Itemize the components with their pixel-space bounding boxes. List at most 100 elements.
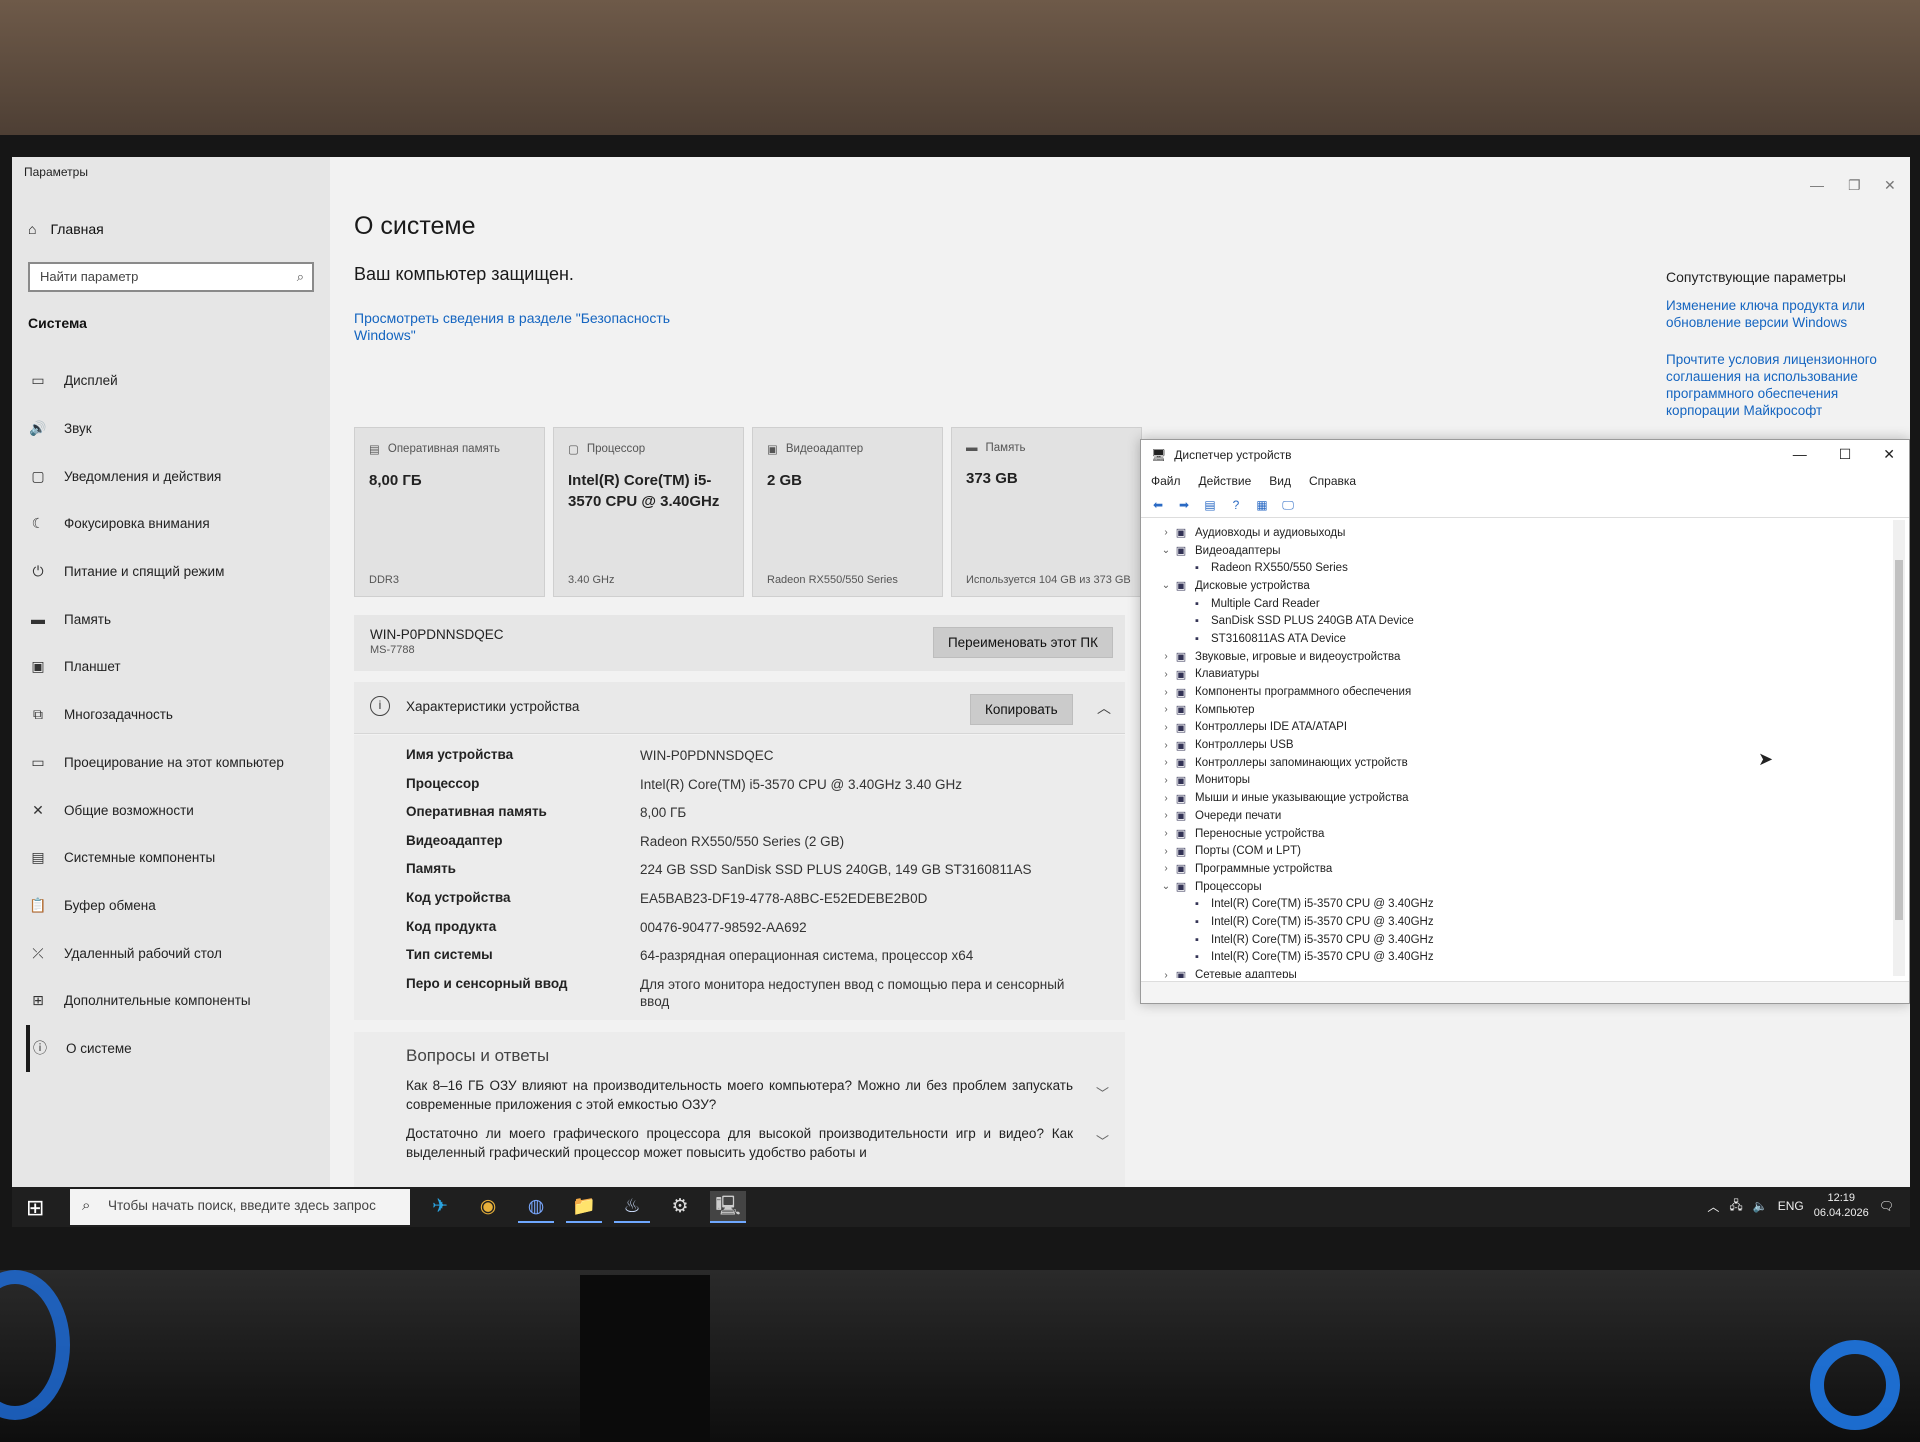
tree-node[interactable]: ▪ Multiple Card Reader xyxy=(1141,595,1891,613)
properties-icon[interactable]: ▤ xyxy=(1201,497,1219,513)
scrollbar-thumb[interactable] xyxy=(1895,560,1903,920)
faq-question[interactable]: Достаточно ли моего графического процесс… xyxy=(406,1124,1109,1162)
menu-item[interactable]: Файл xyxy=(1151,474,1181,488)
sidebar-item[interactable]: 🔊 Звук xyxy=(26,405,326,453)
view-icon[interactable]: ▦ xyxy=(1253,497,1271,513)
expand-right-icon[interactable]: › xyxy=(1159,651,1173,662)
related-link[interactable]: Изменение ключа продукта или обновление … xyxy=(1666,297,1896,331)
expand-right-icon[interactable]: › xyxy=(1159,704,1173,715)
chrome-icon[interactable]: ◉ xyxy=(470,1191,506,1223)
faq-question[interactable]: Как 8–16 ГБ ОЗУ влияют на производительн… xyxy=(406,1076,1109,1114)
sidebar-item[interactable]: ✕ Общие возможности xyxy=(26,786,326,834)
settings-search-input[interactable]: Найти параметр ⌕ xyxy=(28,262,314,292)
security-link[interactable]: Просмотреть сведения в разделе "Безопасн… xyxy=(354,310,684,344)
sidebar-item[interactable]: ☾ Фокусировка внимания xyxy=(26,500,326,548)
scan-hardware-icon[interactable]: 🖵 xyxy=(1279,497,1297,513)
minimize-button[interactable]: — xyxy=(1810,177,1824,193)
tree-node[interactable]: ⌄ ▣ Видеоадаптеры xyxy=(1141,542,1891,560)
home-link[interactable]: ⌂ Главная xyxy=(28,221,104,237)
sidebar-item[interactable]: ▭ Дисплей xyxy=(26,357,326,405)
sidebar-item[interactable]: ⊞ Дополнительные компоненты xyxy=(26,977,326,1025)
copy-button[interactable]: Копировать xyxy=(970,694,1073,725)
tree-node[interactable]: › ▣ Очереди печати xyxy=(1141,807,1891,825)
tree-node[interactable]: › ▣ Контроллеры USB xyxy=(1141,736,1891,754)
tree-node[interactable]: › ▣ Звуковые, игровые и видеоустройства xyxy=(1141,648,1891,666)
taskbar-search[interactable]: ⌕ Чтобы начать поиск, введите здесь запр… xyxy=(70,1189,410,1225)
tree-node[interactable]: › ▣ Аудиовходы и аудиовыходы xyxy=(1141,524,1891,542)
expand-right-icon[interactable]: › xyxy=(1159,757,1173,768)
rename-pc-button[interactable]: Переименовать этот ПК xyxy=(932,627,1113,658)
tree-node[interactable]: › ▣ Порты (COM и LPT) xyxy=(1141,842,1891,860)
expand-down-icon[interactable]: ⌄ xyxy=(1159,580,1173,591)
expand-right-icon[interactable]: › xyxy=(1159,669,1173,680)
chevron-down-icon[interactable]: ﹀ xyxy=(1096,1132,1109,1151)
sidebar-item[interactable]: ▭ Проецирование на этот компьютер xyxy=(26,739,326,787)
tree-node[interactable]: ⌄ ▣ Дисковые устройства xyxy=(1141,577,1891,595)
start-button[interactable]: ⊞ xyxy=(26,1195,44,1221)
sidebar-item[interactable]: ▤ Системные компоненты xyxy=(26,834,326,882)
dm-close-button[interactable]: ✕ xyxy=(1883,446,1895,463)
tree-node[interactable]: › ▣ Переносные устройства xyxy=(1141,825,1891,843)
expand-right-icon[interactable]: › xyxy=(1159,687,1173,698)
sidebar-item[interactable]: ⧉ Многозадачность xyxy=(26,691,326,739)
expand-right-icon[interactable]: › xyxy=(1159,740,1173,751)
sidebar-item[interactable]: ▢ Уведомления и действия xyxy=(26,452,326,500)
dm-minimize-button[interactable]: — xyxy=(1793,446,1807,463)
sidebar-item[interactable]: ▣ Планшет xyxy=(26,643,326,691)
telegram-icon[interactable]: ✈ xyxy=(422,1191,458,1223)
tree-node[interactable]: ▪ Intel(R) Core(TM) i5-3570 CPU @ 3.40GHz xyxy=(1141,895,1891,913)
tree-node[interactable]: › ▣ Контроллеры запоминающих устройств xyxy=(1141,754,1891,772)
tree-node[interactable]: ▪ Intel(R) Core(TM) i5-3570 CPU @ 3.40GHz xyxy=(1141,913,1891,931)
tree-node[interactable]: ⌄ ▣ Процессоры xyxy=(1141,878,1891,896)
expand-down-icon[interactable]: ⌄ xyxy=(1159,545,1173,556)
tree-node[interactable]: ▪ Intel(R) Core(TM) i5-3570 CPU @ 3.40GHz xyxy=(1141,949,1891,967)
expand-right-icon[interactable]: › xyxy=(1159,775,1173,786)
tree-node[interactable]: › ▣ Сетевые адаптеры xyxy=(1141,966,1891,978)
device-manager-titlebar[interactable]: 🖥 Диспетчер устройств — ☐ ✕ xyxy=(1141,440,1909,470)
specs-header[interactable]: i Характеристики устройства Копировать ︿ xyxy=(354,682,1125,734)
expand-down-icon[interactable]: ⌄ xyxy=(1159,881,1173,892)
device-tree-scrollbar[interactable] xyxy=(1893,520,1905,976)
tree-node[interactable]: ▪ Intel(R) Core(TM) i5-3570 CPU @ 3.40GHz xyxy=(1141,931,1891,949)
back-arrow-icon[interactable]: ⬅ xyxy=(1149,497,1167,513)
tree-node[interactable]: › ▣ Клавиатуры xyxy=(1141,666,1891,684)
forward-arrow-icon[interactable]: ➡ xyxy=(1175,497,1193,513)
browser-icon[interactable]: ◍ xyxy=(518,1191,554,1223)
chevron-up-icon[interactable]: ︿ xyxy=(1707,1198,1719,1215)
tree-node[interactable]: ▪ SanDisk SSD PLUS 240GB ATA Device xyxy=(1141,612,1891,630)
sidebar-item[interactable]: ▬ Память xyxy=(26,595,326,643)
tree-node[interactable]: › ▣ Контроллеры IDE ATA/ATAPI xyxy=(1141,719,1891,737)
chevron-down-icon[interactable]: ﹀ xyxy=(1096,1084,1109,1103)
tree-node[interactable]: › ▣ Компьютер xyxy=(1141,701,1891,719)
expand-right-icon[interactable]: › xyxy=(1159,828,1173,839)
language-indicator[interactable]: ENG xyxy=(1778,1199,1804,1213)
tree-node[interactable]: › ▣ Компоненты программного обеспечения xyxy=(1141,683,1891,701)
tree-node[interactable]: ▪ ST3160811AS ATA Device xyxy=(1141,630,1891,648)
expand-right-icon[interactable]: › xyxy=(1159,793,1173,804)
sidebar-item[interactable]: ⤫ Удаленный рабочий стол xyxy=(26,929,326,977)
file-explorer-icon[interactable]: 📁 xyxy=(566,1191,602,1223)
tree-node[interactable]: › ▣ Мониторы xyxy=(1141,772,1891,790)
tree-node[interactable]: › ▣ Программные устройства xyxy=(1141,860,1891,878)
sidebar-item[interactable]: ⏻ Питание и спящий режим xyxy=(26,548,326,596)
volume-icon[interactable]: 🔈 xyxy=(1753,1199,1768,1213)
expand-right-icon[interactable]: › xyxy=(1159,863,1173,874)
expand-right-icon[interactable]: › xyxy=(1159,527,1173,538)
expand-right-icon[interactable]: › xyxy=(1159,970,1173,978)
restore-button[interactable]: ❐ xyxy=(1848,177,1861,194)
expand-right-icon[interactable]: › xyxy=(1159,810,1173,821)
sidebar-item[interactable]: ⓘ О системе xyxy=(26,1024,326,1073)
steam-icon[interactable]: ♨ xyxy=(614,1191,650,1223)
close-button[interactable]: ✕ xyxy=(1884,177,1896,194)
expand-right-icon[interactable]: › xyxy=(1159,722,1173,733)
notifications-icon[interactable]: 🗨 xyxy=(1879,1199,1894,1213)
settings-icon[interactable]: ⚙ xyxy=(662,1191,698,1223)
sidebar-item[interactable]: 📋 Буфер обмена xyxy=(26,882,326,930)
menu-item[interactable]: Вид xyxy=(1269,474,1291,488)
menu-item[interactable]: Справка xyxy=(1309,474,1356,488)
menu-item[interactable]: Действие xyxy=(1199,474,1252,488)
tree-node[interactable]: ▪ Radeon RX550/550 Series xyxy=(1141,559,1891,577)
related-link[interactable]: Прочтите условия лицензионного соглашени… xyxy=(1666,351,1896,419)
clock[interactable]: 12:19 06.04.2026 xyxy=(1814,1191,1869,1221)
device-manager-icon[interactable]: 🖳 xyxy=(710,1191,746,1223)
